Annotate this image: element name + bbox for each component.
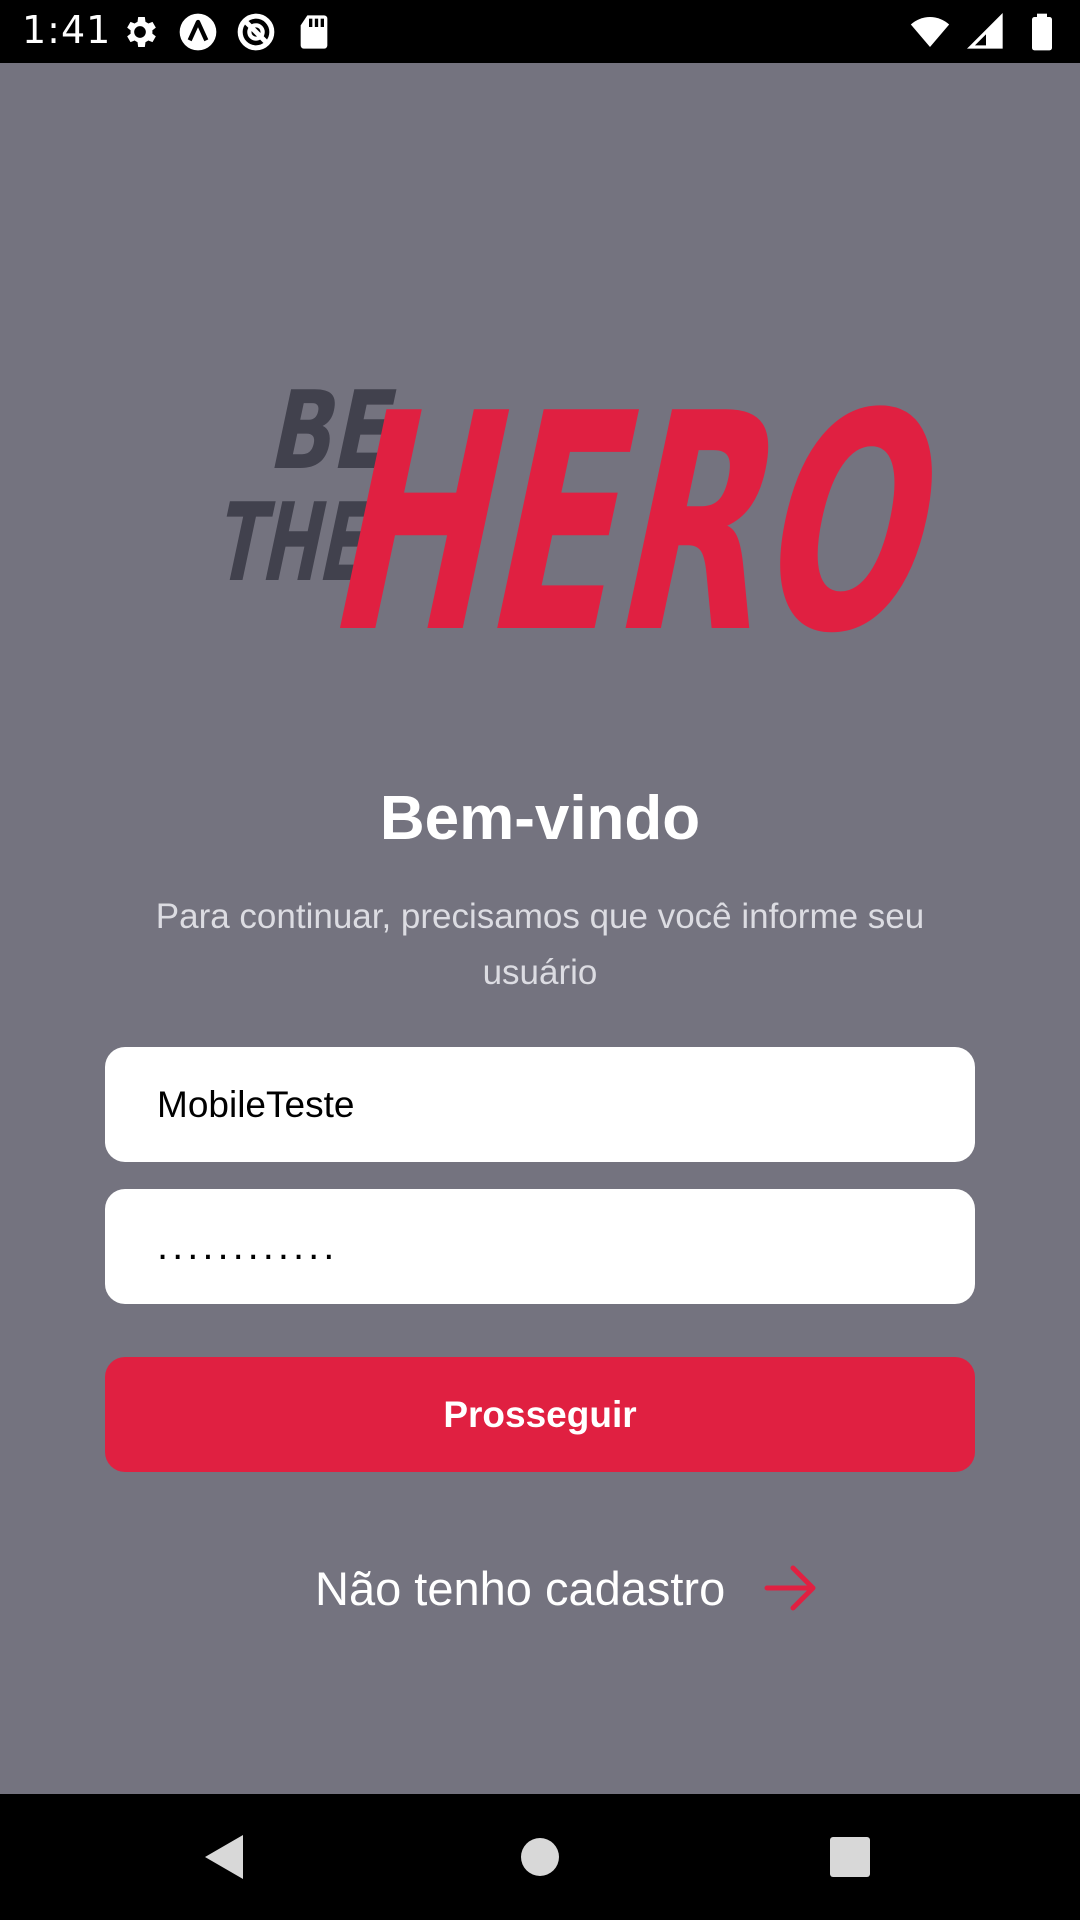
- register-label: Não tenho cadastro: [315, 1561, 726, 1615]
- register-link[interactable]: Não tenho cadastro: [315, 1553, 819, 1623]
- status-icons-left: [120, 12, 334, 52]
- password-input[interactable]: [157, 1224, 975, 1269]
- home-icon[interactable]: [512, 1829, 568, 1885]
- be-the-hero-logo: BE THE HERO: [207, 349, 945, 688]
- welcome-title: Bem-vindo: [379, 784, 701, 853]
- back-icon[interactable]: [197, 1829, 253, 1885]
- status-time: 1:41: [22, 8, 112, 52]
- blocked-notification-icon: [237, 13, 275, 51]
- status-icons-right: [910, 12, 1062, 52]
- arrow-right-icon: [764, 1565, 816, 1611]
- navigation-bar: [0, 1794, 1080, 1920]
- login-screen: BE THE HERO Bem-vindo Para continuar, pr…: [0, 63, 1080, 1794]
- logo-text-hero: HERO: [308, 349, 945, 688]
- status-bar: 1:41: [0, 0, 1080, 63]
- wifi-icon: [910, 17, 950, 47]
- username-field[interactable]: [105, 1047, 975, 1162]
- prosseguir-button[interactable]: Prosseguir: [105, 1357, 975, 1472]
- recents-icon[interactable]: [822, 1829, 878, 1885]
- sd-card-icon: [300, 15, 328, 49]
- password-field[interactable]: [105, 1189, 975, 1304]
- username-input[interactable]: [157, 1083, 975, 1126]
- welcome-subtitle: Para continuar, precisamos que você info…: [155, 897, 925, 992]
- cell-signal-icon: [966, 12, 1003, 49]
- app-a-icon: [179, 13, 217, 51]
- settings-icon: [127, 17, 156, 47]
- battery-icon: [1032, 13, 1052, 51]
